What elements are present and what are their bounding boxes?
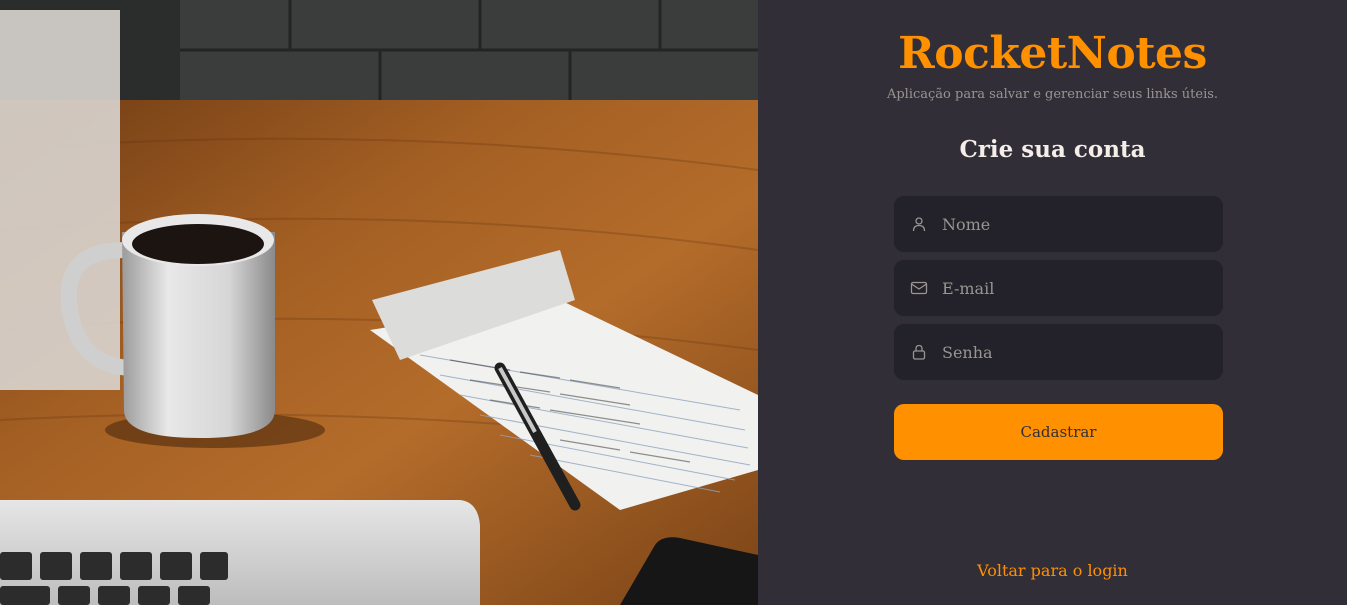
signup-button[interactable]: Cadastrar bbox=[894, 404, 1223, 460]
hero-photo bbox=[0, 0, 758, 605]
app-title: RocketNotes bbox=[898, 28, 1207, 79]
signup-panel: RocketNotes Aplicação para salvar e gere… bbox=[758, 0, 1347, 605]
hero-photo-illustration bbox=[0, 0, 758, 605]
back-to-login-link[interactable]: Voltar para o login bbox=[758, 561, 1347, 580]
email-field[interactable] bbox=[894, 260, 1223, 316]
app-tagline: Aplicação para salvar e gerenciar seus l… bbox=[886, 87, 1219, 102]
password-field[interactable] bbox=[894, 324, 1223, 380]
mail-icon bbox=[910, 279, 928, 297]
name-input[interactable] bbox=[942, 196, 1223, 252]
name-field[interactable] bbox=[894, 196, 1223, 252]
email-input[interactable] bbox=[942, 260, 1223, 316]
form-heading: Crie sua conta bbox=[959, 136, 1146, 163]
lock-icon bbox=[910, 343, 928, 361]
user-icon bbox=[910, 215, 928, 233]
password-input[interactable] bbox=[942, 324, 1223, 380]
